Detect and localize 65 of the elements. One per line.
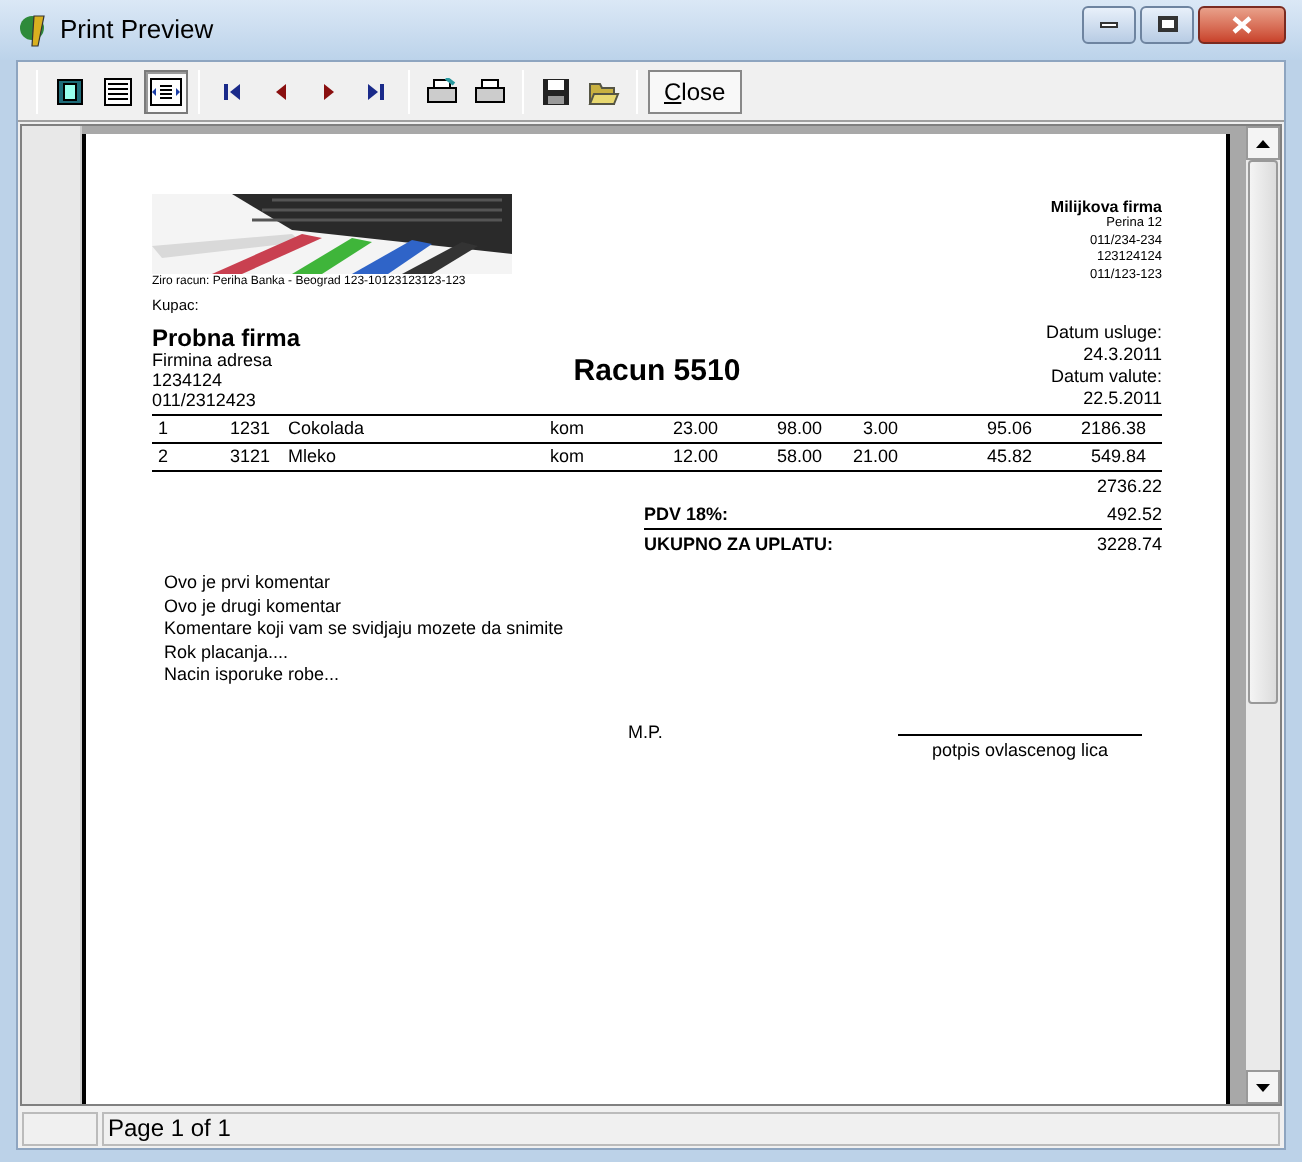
subtotal-value: 2736.22 <box>1096 473 1162 499</box>
up-arrow-icon <box>1256 139 1270 147</box>
total-value: 3228.74 <box>1096 532 1162 558</box>
maximize-button[interactable] <box>1140 5 1194 43</box>
save-icon <box>542 77 570 105</box>
date-label: Datum valute: <box>1050 366 1162 389</box>
table-cell-text: 1 <box>158 416 171 442</box>
table-cell-text: 45.82 <box>984 444 1032 470</box>
close-window-button[interactable] <box>1198 5 1286 43</box>
signature-label: potpis ovlascenog lica <box>931 737 1109 764</box>
scroll-down-button[interactable] <box>1246 1070 1280 1104</box>
buyer-name: Probna firma <box>152 326 303 351</box>
comment-text: Nacin isporuke robe... <box>164 664 342 688</box>
table-cell-text: 2 <box>158 444 171 470</box>
table-cell-text: 549.84 <box>1088 444 1146 470</box>
date-label: Datum usluge: <box>1045 322 1162 345</box>
comment-text: Komentare koji vam se svidjaju mozete da snimite <box>164 618 566 642</box>
table-cell-text: 1231 <box>227 416 270 442</box>
lines-icon <box>104 77 132 105</box>
status-panel <box>22 1111 98 1145</box>
comment-text: Rok placanja.... <box>164 641 291 665</box>
table-cell-text: 21.00 <box>850 444 898 470</box>
table-cell-text: 3.00 <box>860 416 898 442</box>
last-page-icon <box>366 81 386 101</box>
status-page-text: Page 1 of 1 <box>102 1111 1280 1145</box>
invoice-title: Racun 5510 <box>573 351 741 392</box>
scroll-thumb[interactable] <box>1248 160 1278 704</box>
vat-label: PDV 18%: <box>644 501 729 527</box>
folder-icon <box>588 77 620 105</box>
minimize-button[interactable] <box>1082 5 1136 43</box>
printer-icon <box>426 77 458 105</box>
printer-icon <box>474 77 506 105</box>
window-title: Print Preview <box>60 12 214 49</box>
comment-text: Ovo je prvi komentar <box>164 572 333 596</box>
single-page-icon <box>56 77 84 105</box>
table-cell-text: 23.00 <box>670 416 718 442</box>
close-icon <box>1232 15 1252 33</box>
close-button[interactable]: Close <box>648 69 742 113</box>
page-width-icon <box>150 77 182 105</box>
buyer-detail: Firmina adresa <box>152 350 275 371</box>
buyer-detail: 011/2312423 <box>152 390 258 411</box>
table-cell-text: 12.00 <box>670 444 718 470</box>
table-cell-text: Mleko <box>286 444 339 470</box>
vat-value: 492.52 <box>1106 501 1162 527</box>
table-cell-text: Cokolada <box>286 416 367 442</box>
down-arrow-icon <box>1256 1083 1270 1091</box>
stamp-label: M.P. <box>628 719 663 746</box>
next-page-icon <box>318 81 338 101</box>
comment-text: Ovo je drugi komentar <box>164 595 344 619</box>
buyer-detail: 1234124 <box>152 370 225 391</box>
table-cell-text: 2186.38 <box>1078 416 1146 442</box>
table-cell-text: 98.00 <box>774 416 822 442</box>
table-cell-text: 95.06 <box>984 416 1032 442</box>
date-value: 22.5.2011 <box>1083 388 1162 411</box>
app-icon <box>16 12 48 48</box>
total-label: UKUPNO ZA UPLATU: <box>644 532 833 558</box>
scroll-up-button[interactable] <box>1246 126 1280 160</box>
table-cell-text: 3121 <box>227 444 270 470</box>
first-page-icon <box>222 81 242 101</box>
view-button[interactable] <box>144 69 188 113</box>
seller-name: Milijkova firma <box>1050 198 1162 216</box>
table-cell-text: kom <box>550 416 587 442</box>
date-value: 24.3.2011 <box>1083 344 1162 367</box>
table-cell-text: 58.00 <box>774 444 822 470</box>
table-cell-text: kom <box>550 444 587 470</box>
